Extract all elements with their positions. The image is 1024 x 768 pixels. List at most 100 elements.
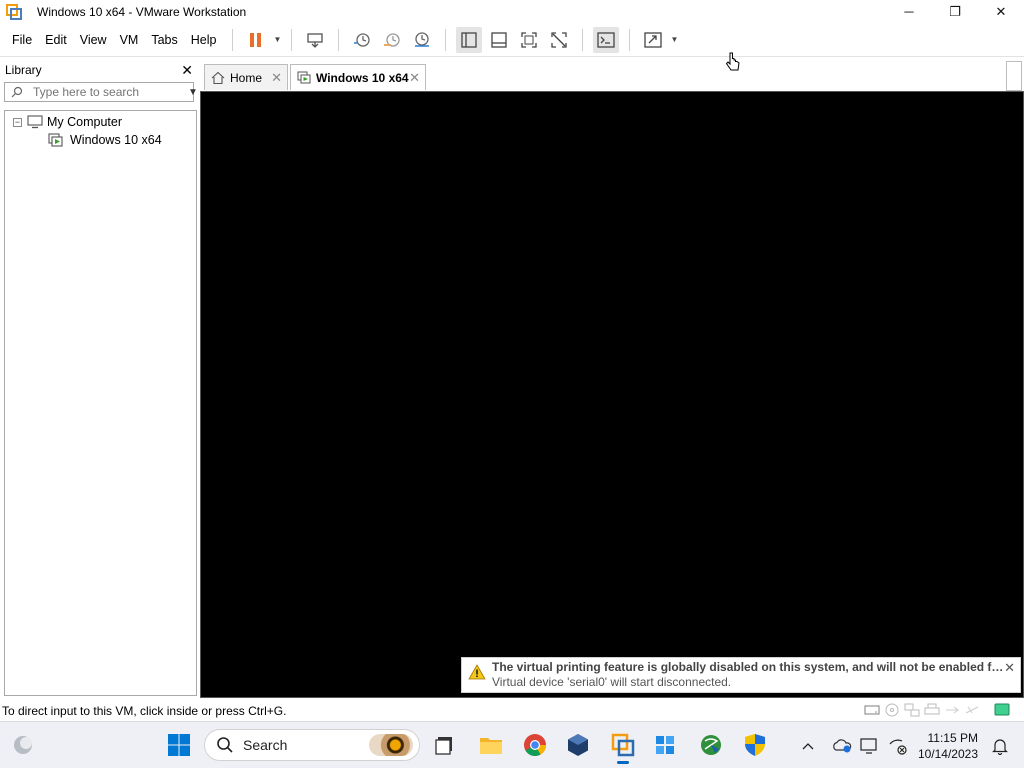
window-title: Windows 10 x64 - VMware Workstation (37, 4, 247, 19)
status-text: To direct input to this VM, click inside… (2, 703, 287, 718)
home-icon (211, 71, 225, 85)
tab-vm-close-button[interactable]: ✕ (409, 70, 420, 86)
menu-edit[interactable]: Edit (39, 33, 73, 47)
search-icon (11, 83, 23, 101)
menu-view[interactable]: View (74, 33, 113, 47)
start-icon[interactable] (164, 730, 194, 760)
snapshot-manager-icon[interactable] (409, 27, 435, 53)
library-close-button[interactable]: ✕ (181, 62, 193, 79)
tab-home[interactable]: Home ✕ (204, 64, 288, 90)
message-icon[interactable] (993, 702, 1010, 718)
toolbar-separator (232, 28, 234, 51)
toolbar-separator (338, 28, 340, 51)
tab-windows-10-x64-label: Windows 10 x64 (316, 70, 409, 85)
stretch-guest-icon[interactable] (640, 27, 666, 53)
computer-icon (27, 115, 43, 129)
show-thumbnail-icon[interactable] (486, 27, 512, 53)
notification-bar: The virtual printing feature is globally… (461, 657, 1021, 693)
unity-icon[interactable] (546, 27, 572, 53)
usb-icon[interactable] (943, 702, 960, 718)
workspace: Home ✕ Windows 10 x64 ✕ The virtual prin… (200, 58, 1024, 698)
stretch-dropdown-icon[interactable]: ▼ (668, 27, 680, 53)
clock-date: 10/14/2023 (917, 746, 978, 761)
tree-label-windows-10-x64: Windows 10 x64 (70, 133, 162, 147)
network-disconnected-icon[interactable] (886, 734, 910, 758)
restore-button[interactable]: ❐ (932, 0, 978, 23)
vm-console-display[interactable]: The virtual printing feature is globally… (200, 91, 1024, 698)
taskbar-search-label: Search (243, 737, 288, 753)
hand-cursor-icon (725, 52, 741, 74)
vm-running-icon (48, 133, 64, 147)
show-library-icon[interactable] (456, 26, 483, 53)
library-tree: − My Computer Windows 10 x64 (4, 110, 197, 696)
status-bar: To direct input to this VM, click inside… (0, 700, 1024, 721)
snapshot-take-icon[interactable] (349, 27, 375, 53)
library-search-input[interactable] (33, 85, 188, 99)
tab-scroll-handle[interactable] (1006, 61, 1022, 91)
onedrive-icon[interactable] (830, 734, 854, 758)
menu-help[interactable]: Help (185, 33, 223, 47)
virtualbox-icon[interactable] (563, 730, 593, 760)
minimize-button[interactable]: ─ (886, 0, 932, 23)
file-explorer-icon[interactable] (476, 730, 506, 760)
menu-tabs[interactable]: Tabs (145, 33, 183, 47)
notifications-bell-icon[interactable] (988, 734, 1012, 758)
vmware-icon[interactable] (608, 730, 638, 764)
pause-icon[interactable] (243, 27, 269, 53)
device-status-icons (863, 702, 1010, 718)
notification-close-button[interactable]: ✕ (1004, 660, 1015, 676)
taskbar-clock[interactable]: 11:15 PM 10/14/2023 (918, 730, 978, 762)
library-header: Library ✕ (0, 58, 198, 82)
toolbar-separator (629, 28, 631, 51)
menu-file[interactable]: File (6, 33, 38, 47)
hard-disk-icon[interactable] (863, 702, 880, 718)
tree-item-my-computer[interactable]: − My Computer (5, 113, 196, 131)
warning-icon (468, 664, 486, 680)
network-adapter-icon[interactable] (903, 702, 920, 718)
title-bar: Windows 10 x64 - VMware Workstation ─ ❐ … (0, 0, 1024, 23)
search-dropdown-icon[interactable]: ▼ (188, 87, 198, 98)
menu-bar: File Edit View VM Tabs Help ▼ ▼ (0, 23, 1024, 57)
windows-store-icon[interactable] (650, 730, 680, 760)
tab-strip: Home ✕ Windows 10 x64 ✕ (200, 58, 1024, 91)
system-tray: 11:15 PM 10/14/2023 (794, 722, 1024, 768)
tab-windows-10-x64[interactable]: Windows 10 x64 ✕ (290, 64, 426, 90)
library-panel: Library ✕ ▼ − My Computer Windows 10 x64 (0, 58, 198, 698)
toolbar-separator (445, 28, 447, 51)
search-highlight-image (369, 734, 413, 756)
notification-message-secondary: Virtual device 'serial0' will start disc… (492, 675, 732, 689)
send-ctrl-alt-del-icon[interactable] (302, 27, 328, 53)
close-window-button[interactable]: ✕ (978, 0, 1024, 23)
sound-icon[interactable] (963, 702, 980, 718)
taskbar: Search 11:15 PM 10/14/2023 (0, 721, 1024, 768)
chrome-icon[interactable] (520, 730, 550, 760)
taskbar-search-box[interactable]: Search (204, 729, 420, 761)
toolbar-separator (291, 28, 293, 51)
weather-icon[interactable] (8, 730, 38, 760)
search-icon (215, 735, 235, 755)
tree-item-windows-10-x64[interactable]: Windows 10 x64 (5, 131, 196, 149)
active-app-indicator (617, 761, 629, 764)
task-view-icon[interactable] (429, 730, 459, 760)
notification-message-primary: The virtual printing feature is globally… (492, 660, 1007, 674)
tree-label-my-computer: My Computer (47, 115, 123, 129)
internet-download-manager-icon[interactable] (696, 730, 726, 760)
security-shield-icon[interactable] (740, 730, 770, 760)
vm-running-icon (297, 71, 311, 85)
full-screen-icon[interactable] (516, 27, 542, 53)
power-dropdown-icon[interactable]: ▼ (271, 27, 283, 53)
toolbar-separator (582, 28, 584, 51)
vmware-app-icon (6, 3, 22, 20)
printer-icon[interactable] (923, 702, 940, 718)
library-title: Library (5, 63, 42, 77)
tree-collapse-toggle[interactable]: − (13, 117, 22, 127)
display-icon[interactable] (858, 734, 882, 758)
library-search-box[interactable]: ▼ (4, 82, 198, 102)
show-hidden-icons-icon[interactable] (796, 734, 820, 758)
menu-vm[interactable]: VM (114, 33, 145, 47)
tab-home-close-button[interactable]: ✕ (271, 70, 282, 86)
cd-dvd-icon[interactable] (883, 702, 900, 718)
tab-home-label: Home (230, 70, 263, 85)
console-view-icon[interactable] (593, 26, 620, 53)
snapshot-revert-icon[interactable] (379, 27, 405, 53)
